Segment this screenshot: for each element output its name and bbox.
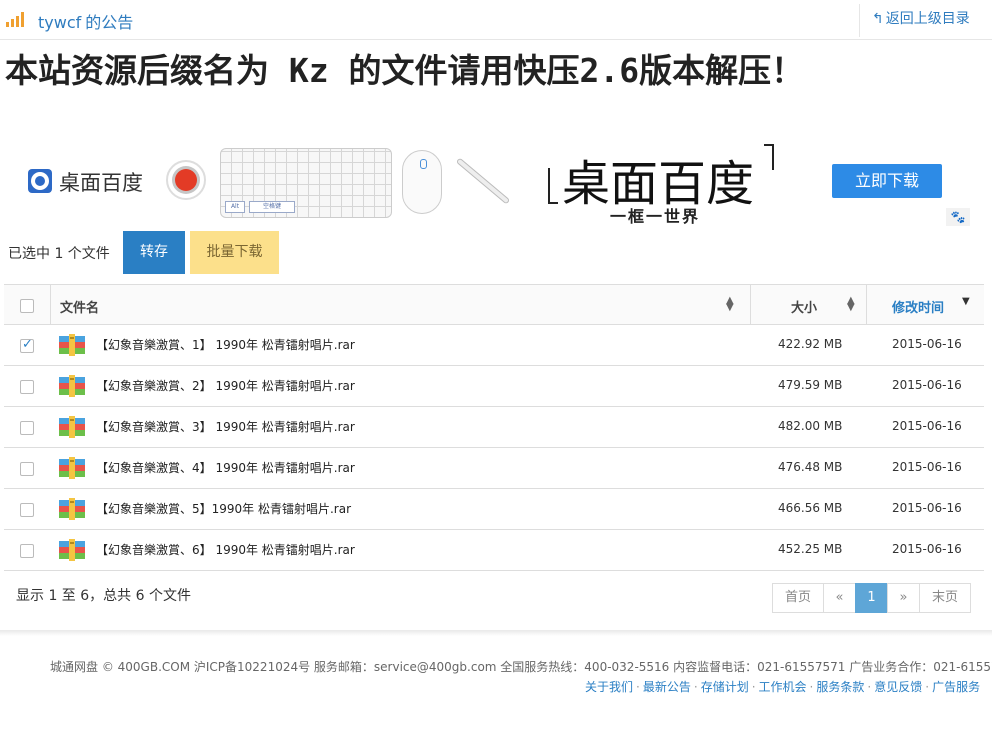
rar-archive-icon — [59, 416, 85, 438]
table-header: 文件名 ▲ ▼ 大小 ▲ ▼ 修改时间 ▼ — [4, 284, 984, 325]
save-to-disk-button[interactable]: 转存 — [123, 231, 185, 274]
footer-link-separator: · — [636, 680, 640, 694]
footer-link[interactable]: 关于我们 — [585, 680, 633, 694]
file-table: 文件名 ▲▼ 大小 ▲▼ 修改时间 ▼ 【幻象音樂激賞、1】 1990年 松青镭… — [4, 284, 984, 571]
footer-link[interactable]: 最新公告 — [643, 680, 691, 694]
ad-paw-icon[interactable]: 🐾 — [946, 208, 970, 226]
return-arrow-icon: ↰ — [872, 11, 884, 27]
keyboard-icon: Alt 空格键 — [220, 148, 392, 218]
header-date[interactable]: 修改时间 — [892, 297, 944, 316]
file-date: 2015-06-16 — [892, 378, 962, 392]
table-row[interactable]: 【幻象音樂激賞、4】 1990年 松青镭射唱片.rar 476.48 MB 2015… — [4, 448, 984, 489]
page: tywcf 的公告 ↰ 返回上级目录 本站资源后缀名为 Kz 的文件请用快压2.6版… — [0, 0, 992, 730]
file-date: 2015-06-16 — [892, 501, 962, 515]
batch-download-button[interactable]: 批量下载 — [190, 231, 279, 274]
page-current-button[interactable]: 1 — [855, 583, 888, 613]
sort-icon[interactable]: ▲ ▼ — [847, 296, 855, 313]
banner-brand-small: 桌面百度 — [59, 171, 143, 195]
file-size: 466.56 MB — [778, 501, 843, 515]
select-all-checkbox[interactable] — [20, 299, 34, 313]
rar-archive-icon — [59, 498, 85, 520]
owner-suffix: 的公告 — [85, 13, 134, 32]
rar-archive-icon — [59, 457, 85, 479]
red-button-icon — [166, 160, 206, 200]
footer-link-separator: · — [925, 680, 930, 694]
footer-link[interactable]: 服务条款 — [816, 680, 864, 694]
ad-banner[interactable]: 桌面百度 Alt 空格键 桌面百度 一框一世界 立即下载 🐾 — [0, 140, 992, 230]
footer-links: 关于我们 · 最新公告 · 存储计划 · 工作机会 · 服务条款 · 意见反馈 · 广告服务 — [585, 678, 980, 695]
footer-link[interactable]: 广告服务 — [932, 680, 980, 694]
row-checkbox[interactable] — [20, 462, 34, 476]
header-name[interactable]: 文件名 — [60, 297, 99, 316]
table-row[interactable]: 【幻象音樂激賞、1】 1990年 松青镭射唱片.rar 422.92 MB 2015… — [4, 325, 984, 366]
row-checkbox[interactable] — [20, 380, 34, 394]
file-name-link[interactable]: 【幻象音樂激賞、1】 1990年 松青镭射唱片.rar — [96, 336, 355, 353]
rar-archive-icon — [59, 334, 85, 356]
file-name-link[interactable]: 【幻象音樂激賞、6】 1990年 松青镭射唱片.rar — [96, 541, 355, 558]
file-name-link[interactable]: 【幻象音樂激賞、2】 1990年 松青镭射唱片.rar — [96, 377, 355, 394]
banner-download-button[interactable]: 立即下载 — [832, 164, 942, 198]
table-row[interactable]: 【幻象音樂激賞、5】1990年 松青镭射唱片.rar 466.56 MB 2015-… — [4, 489, 984, 530]
keyboard-space-key: 空格键 — [249, 201, 295, 213]
header-size[interactable]: 大小 — [791, 297, 817, 316]
sort-icon[interactable]: ▲ ▼ — [726, 296, 734, 313]
back-to-parent-link[interactable]: ↰ 返回上级目录 — [859, 4, 992, 37]
footer-link[interactable]: 存储计划 — [701, 680, 749, 694]
row-checkbox[interactable] — [20, 503, 34, 517]
rar-archive-icon — [59, 539, 85, 561]
sort-desc-icon[interactable]: ▼ — [962, 296, 970, 307]
footer-link-separator: · — [751, 680, 756, 694]
table-summary: 显示 1 至 6，总共 6 个文件 — [16, 588, 191, 604]
notice-heading: 本站资源后缀名为 Kz 的文件请用快压2.6版本解压！ — [5, 51, 805, 90]
pen-icon — [455, 157, 511, 205]
footer-link-separator: · — [693, 680, 698, 694]
top-bar: tywcf 的公告 ↰ 返回上级目录 — [0, 0, 992, 40]
pagination: 首页 « 1 » 末页 — [772, 583, 971, 613]
file-date: 2015-06-16 — [892, 419, 962, 433]
table-row[interactable]: 【幻象音樂激賞、3】 1990年 松青镭射唱片.rar 482.00 MB 2015… — [4, 407, 984, 448]
signal-bars-icon — [6, 12, 24, 27]
mouse-icon — [402, 150, 442, 214]
page-last-button[interactable]: 末页 — [919, 583, 971, 613]
file-name-link[interactable]: 【幻象音樂激賞、3】 1990年 松青镭射唱片.rar — [96, 418, 355, 435]
keyboard-alt-key: Alt — [225, 201, 245, 213]
banner-slogan: 一框一世界 — [610, 207, 701, 226]
table-row[interactable]: 【幻象音樂激賞、2】 1990年 松青镭射唱片.rar 479.59 MB 2015… — [4, 366, 984, 407]
back-label: 返回上级目录 — [885, 11, 970, 27]
row-checkbox[interactable] — [20, 337, 34, 353]
file-size: 482.00 MB — [778, 419, 843, 433]
file-date: 2015-06-16 — [892, 337, 962, 351]
baidu-paw-logo-icon — [28, 169, 52, 193]
file-date: 2015-06-16 — [892, 542, 962, 556]
row-checkbox[interactable] — [20, 421, 34, 435]
table-row[interactable]: 【幻象音樂激賞、6】 1990年 松青镭射唱片.rar 452.25 MB 2015… — [4, 530, 984, 571]
section-divider — [0, 630, 992, 636]
header-size-cell[interactable]: 大小 ▲ ▼ — [750, 285, 867, 325]
file-size: 476.48 MB — [778, 460, 843, 474]
file-date: 2015-06-16 — [892, 460, 962, 474]
footer-link[interactable]: 意见反馈 — [874, 680, 922, 694]
footer-link[interactable]: 工作机会 — [759, 680, 807, 694]
page-prev-button[interactable]: « — [823, 583, 856, 613]
selection-count: 已选中 1 个文件 — [8, 246, 110, 262]
page-first-button[interactable]: 首页 — [772, 583, 824, 613]
row-checkbox[interactable] — [20, 544, 34, 558]
file-name-link[interactable]: 【幻象音樂激賞、5】1990年 松青镭射唱片.rar — [96, 500, 351, 517]
file-size: 452.25 MB — [778, 542, 843, 556]
file-name-link[interactable]: 【幻象音樂激賞、4】 1990年 松青镭射唱片.rar — [96, 459, 355, 476]
owner-title[interactable]: tywcf 的公告 — [38, 9, 133, 33]
banner-brand-big: 桌面百度 — [548, 144, 774, 212]
select-all-cell — [4, 285, 51, 325]
file-size: 422.92 MB — [778, 337, 843, 351]
footer-link-separator: · — [809, 680, 814, 694]
page-next-button[interactable]: » — [887, 583, 920, 613]
footer-link-separator: · — [867, 680, 872, 694]
rar-archive-icon — [59, 375, 85, 397]
owner-name[interactable]: tywcf — [38, 13, 81, 32]
footer-info: 城通网盘 © 400GB.COM 沪ICP备10221024号 服务邮箱：ser… — [50, 660, 992, 674]
file-size: 479.59 MB — [778, 378, 843, 392]
